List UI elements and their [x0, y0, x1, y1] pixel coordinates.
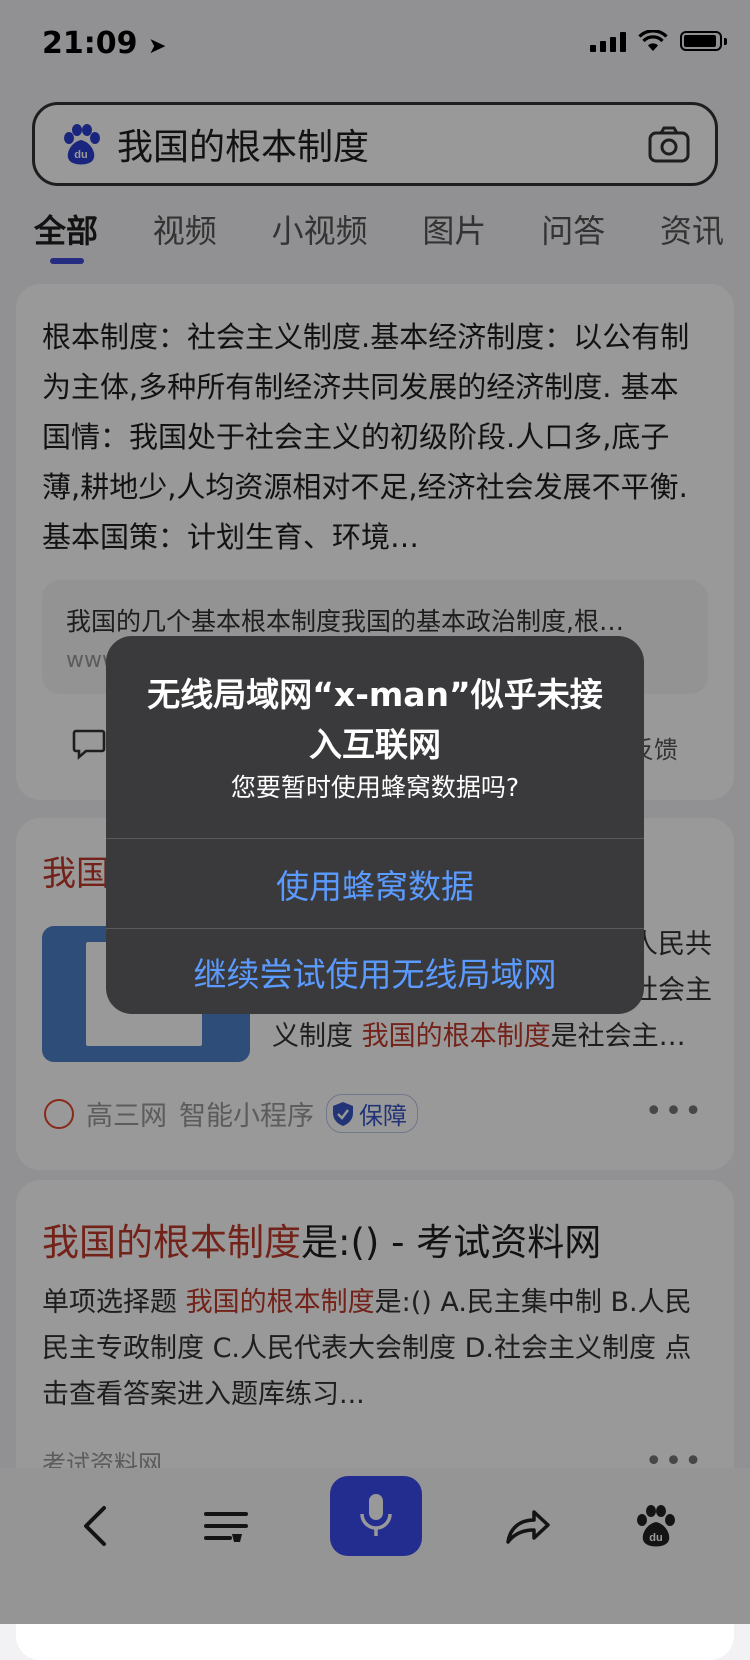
alert-message: 您要暂时使用蜂窝数据吗?: [230, 773, 520, 802]
use-cellular-data-button[interactable]: 使用蜂窝数据: [106, 840, 644, 928]
keep-trying-wlan-button[interactable]: 继续尝试使用无线局域网: [106, 930, 644, 1014]
alert-divider: [106, 928, 644, 929]
network-alert-dialog: 无线局域网“x-man”似乎未接入互联网 您要暂时使用蜂窝数据吗? 使用蜂窝数据…: [106, 636, 644, 1014]
alert-divider: [106, 838, 644, 839]
alert-title: 无线局域网“x-man”似乎未接入互联网: [147, 675, 603, 764]
